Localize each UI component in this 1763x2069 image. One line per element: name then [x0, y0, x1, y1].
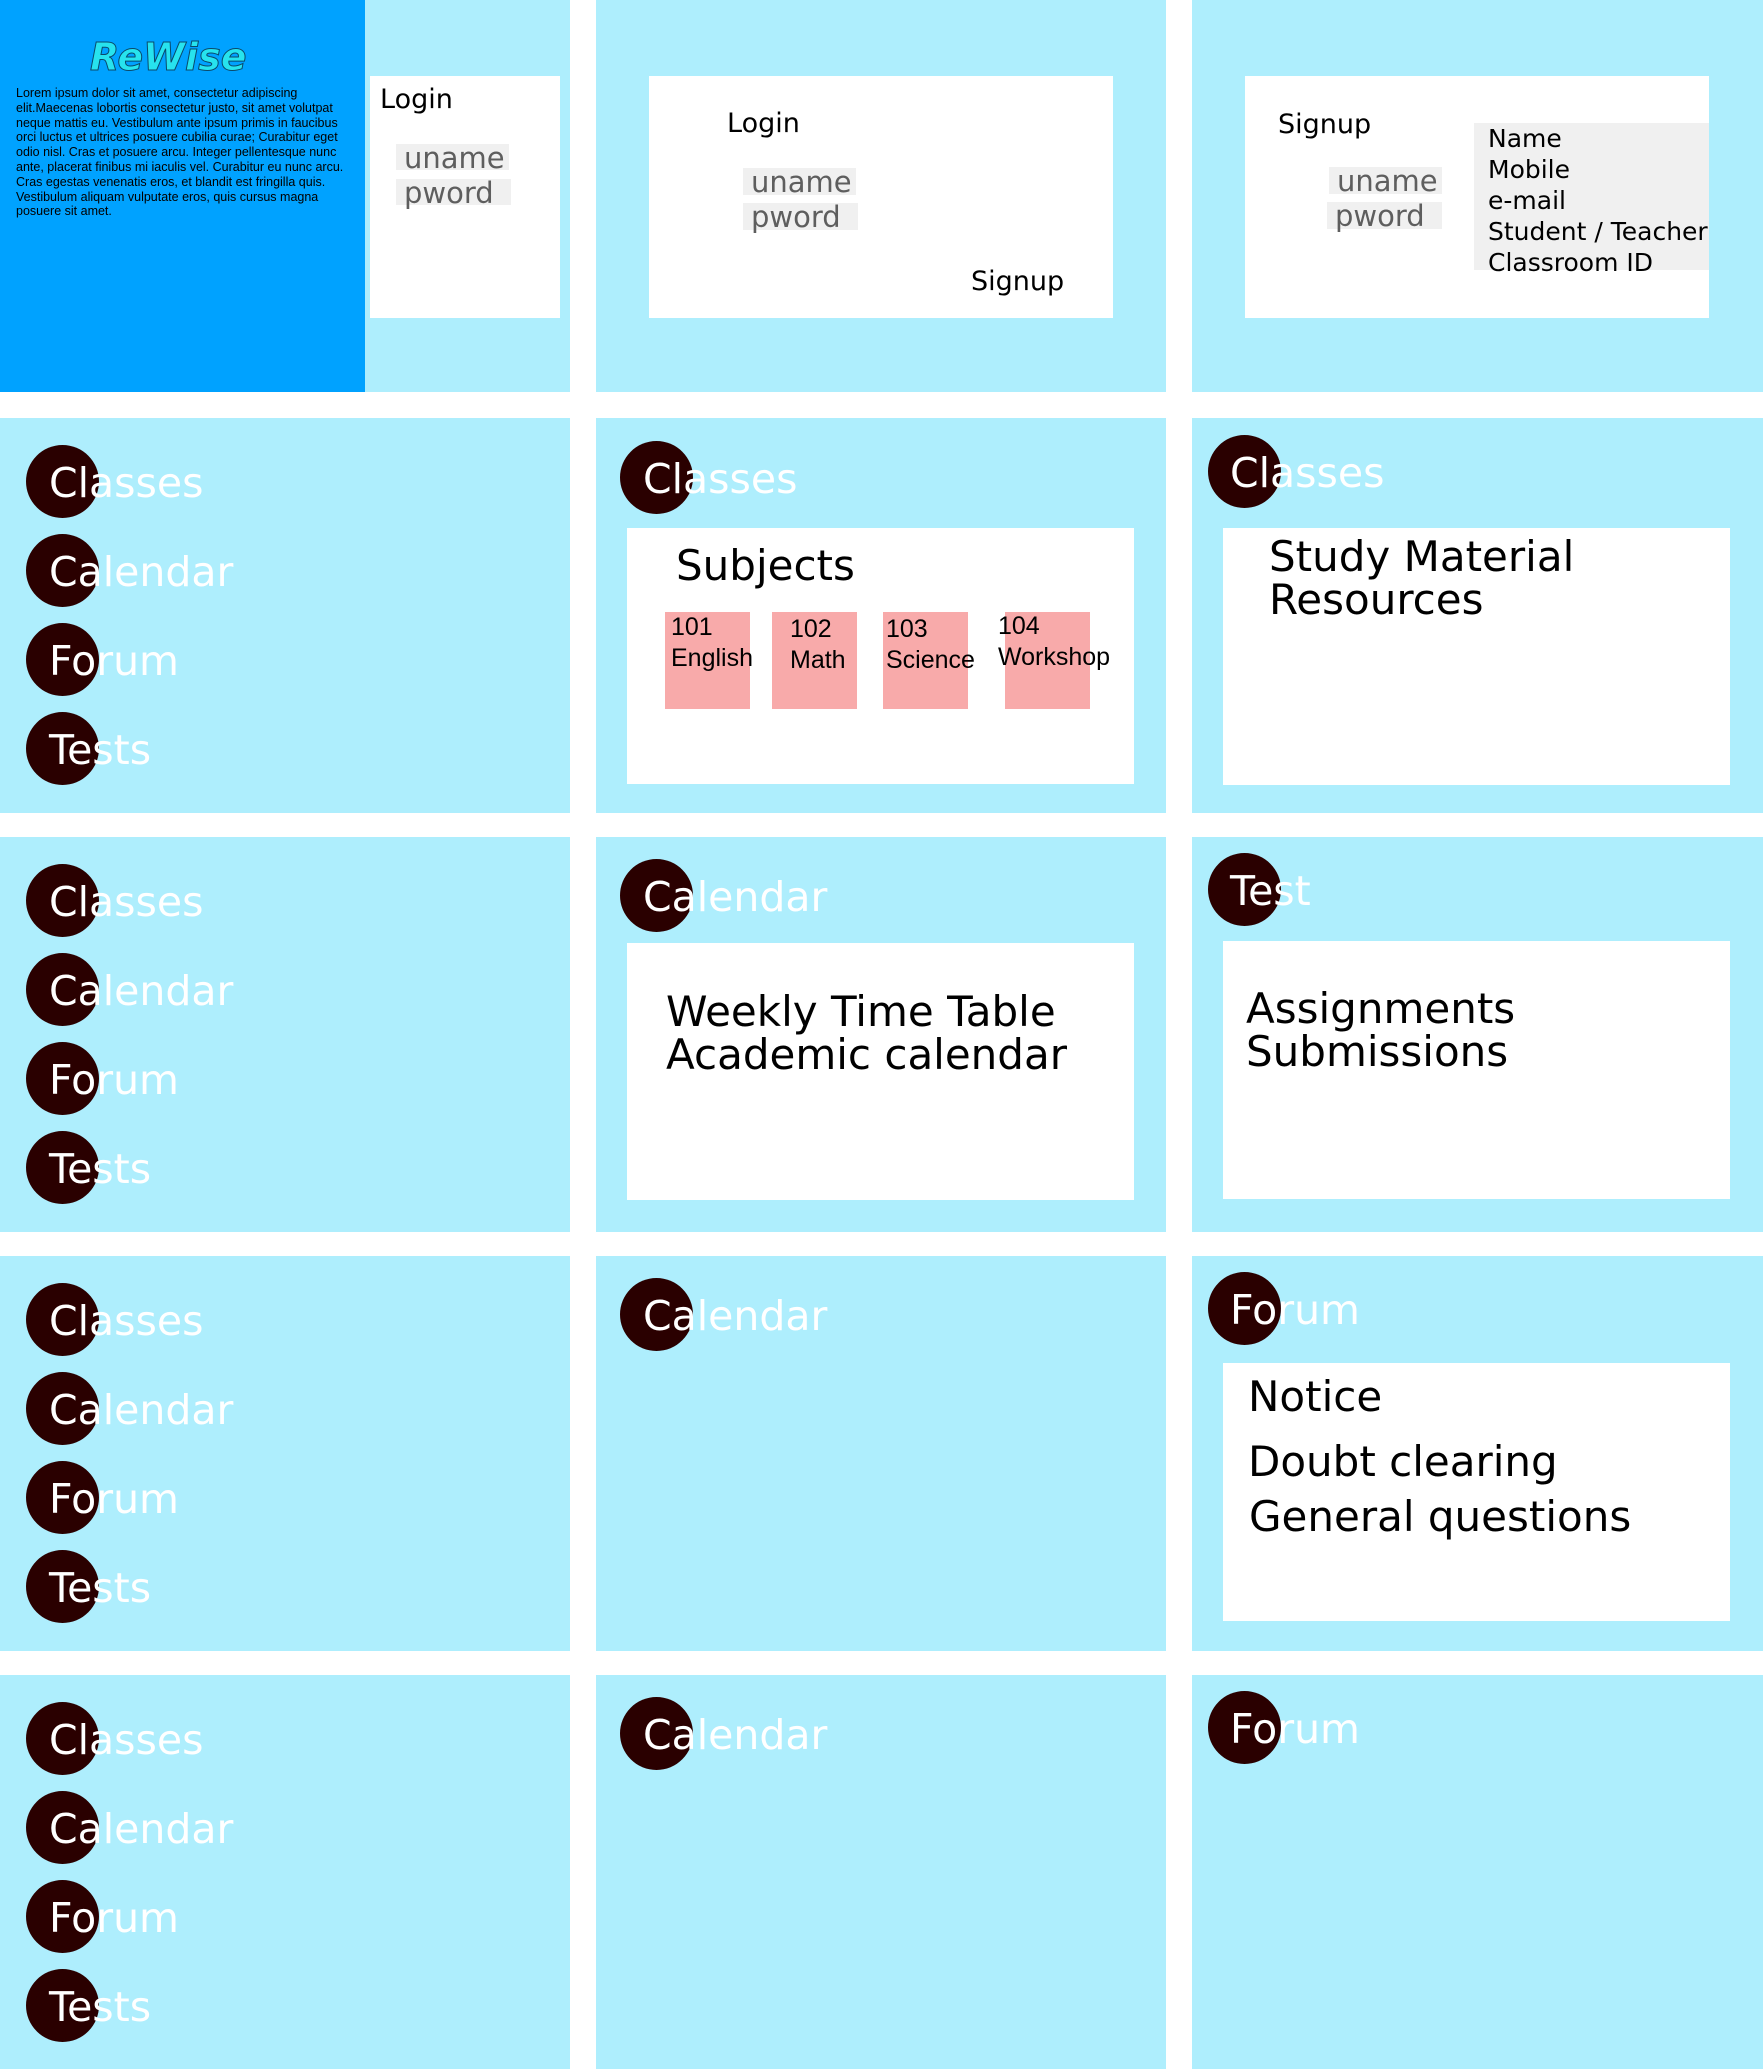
forum-blank-screen: Forum	[1192, 1675, 1763, 2069]
nav-classes-label: Classes	[49, 1716, 204, 1764]
login-card: Login uname pword Signup	[649, 76, 1113, 318]
assignments-link[interactable]: Assignments	[1246, 987, 1515, 1031]
nav-tests-label: Tests	[49, 726, 152, 774]
subject-code-103: 103	[886, 615, 928, 643]
nav-classes-label: Classes	[49, 459, 204, 507]
calendar-heading: Calendar	[643, 1292, 828, 1340]
signup-screen: Signup uname pword Name Mobile e-mail St…	[1192, 0, 1763, 392]
notice-link[interactable]: Notice	[1248, 1375, 1382, 1419]
subject-name-102: Math	[790, 646, 846, 674]
academic-calendar-link[interactable]: Academic calendar	[666, 1033, 1067, 1077]
study-material-link[interactable]: Study Material	[1269, 535, 1574, 579]
calendar-heading: Calendar	[643, 873, 828, 921]
nav-tests-label: Tests	[49, 1983, 152, 2031]
signup-title: Signup	[1278, 109, 1372, 140]
nav-forum-label: Forum	[49, 1894, 179, 1942]
login-title: Login	[727, 108, 800, 139]
calendar-card: Weekly Time Table Academic calendar	[627, 943, 1134, 1200]
password-input[interactable]: pword	[1327, 202, 1442, 231]
subject-name-101: English	[671, 644, 753, 672]
resources-link[interactable]: Resources	[1269, 578, 1484, 622]
nav-forum-label: Forum	[49, 637, 179, 685]
dashboard-menu: Classes Calendar Forum Tests	[0, 1675, 570, 2069]
forum-heading: Forum	[1230, 1705, 1360, 1753]
submissions-link[interactable]: Submissions	[1246, 1030, 1508, 1074]
weekly-timetable-link[interactable]: Weekly Time Table	[666, 990, 1056, 1034]
calendar-heading: Calendar	[643, 1711, 828, 1759]
test-card: Assignments Submissions	[1223, 941, 1730, 1199]
nav-tests-label: Tests	[49, 1145, 152, 1193]
subjects-title: Subjects	[676, 541, 855, 590]
field-role[interactable]: Student / Teacher	[1488, 216, 1708, 247]
classes-heading: Classes	[1230, 449, 1385, 497]
signup-link[interactable]: Signup	[971, 266, 1064, 297]
subject-name-103: Science	[886, 646, 975, 674]
landing-screen: ReWise Lorem ipsum dolor sit amet, conse…	[0, 0, 570, 392]
dashboard-menu: Classes Calendar Forum Tests	[0, 418, 570, 813]
calendar-blank-screen: Calendar	[596, 1675, 1166, 2069]
rewise-logo: ReWise	[89, 35, 247, 80]
forum-screen: Forum Notice Doubt clearing General ques…	[1192, 1256, 1763, 1651]
nav-calendar-label: Calendar	[49, 1386, 234, 1434]
brand-block: ReWise Lorem ipsum dolor sit amet, conse…	[0, 0, 365, 392]
doubt-clearing-link[interactable]: Doubt clearing	[1248, 1440, 1558, 1484]
login-screen: Login uname pword Signup	[596, 0, 1166, 392]
subject-code-101: 101	[671, 613, 713, 641]
username-input[interactable]: uname	[396, 144, 509, 173]
nav-calendar-label: Calendar	[49, 967, 234, 1015]
nav-classes-label: Classes	[49, 878, 204, 926]
password-input[interactable]: pword	[743, 203, 858, 232]
username-input[interactable]: uname	[743, 168, 856, 197]
field-name[interactable]: Name	[1488, 123, 1562, 154]
subjects-card: Subjects 101 English 102 Math 103 Scienc…	[627, 528, 1134, 784]
subject-code-102: 102	[790, 615, 832, 643]
calendar-screen: Calendar Weekly Time Table Academic cale…	[596, 837, 1166, 1232]
nav-forum-label: Forum	[49, 1056, 179, 1104]
subject-name-104: Workshop	[998, 643, 1111, 671]
login-card: Login uname pword	[370, 76, 560, 318]
dashboard-menu: Classes Calendar Forum Tests	[0, 1256, 570, 1651]
classes-subjects-screen: Classes Subjects 101 English 102 Math 10…	[596, 418, 1166, 813]
username-input[interactable]: uname	[1329, 167, 1442, 196]
dashboard-menu: Classes Calendar Forum Tests	[0, 837, 570, 1232]
field-mobile[interactable]: Mobile	[1488, 154, 1570, 185]
subject-code-104: 104	[998, 612, 1040, 640]
material-card: Study Material Resources	[1223, 528, 1730, 785]
signup-fields: Name Mobile e-mail Student / Teacher Cla…	[1474, 123, 1709, 277]
nav-calendar-label: Calendar	[49, 548, 234, 596]
nav-tests-label: Tests	[49, 1564, 152, 1612]
nav-calendar-label: Calendar	[49, 1805, 234, 1853]
brand-description: Lorem ipsum dolor sit amet, consectetur …	[16, 86, 344, 219]
nav-forum-label: Forum	[49, 1475, 179, 1523]
test-heading: Test	[1230, 867, 1311, 915]
field-email[interactable]: e-mail	[1488, 185, 1566, 216]
nav-classes-label: Classes	[49, 1297, 204, 1345]
forum-heading: Forum	[1230, 1286, 1360, 1334]
signup-card: Signup uname pword Name Mobile e-mail St…	[1245, 76, 1709, 318]
forum-card: Notice Doubt clearing General questions	[1223, 1363, 1730, 1621]
password-input[interactable]: pword	[396, 179, 511, 208]
classes-material-screen: Classes Study Material Resources	[1192, 418, 1763, 813]
general-questions-link[interactable]: General questions	[1249, 1495, 1631, 1539]
field-classroom-id[interactable]: Classroom ID	[1488, 247, 1653, 278]
test-screen: Test Assignments Submissions	[1192, 837, 1763, 1232]
classes-heading: Classes	[643, 455, 798, 503]
calendar-blank-screen: Calendar	[596, 1256, 1166, 1651]
login-title: Login	[380, 84, 453, 115]
